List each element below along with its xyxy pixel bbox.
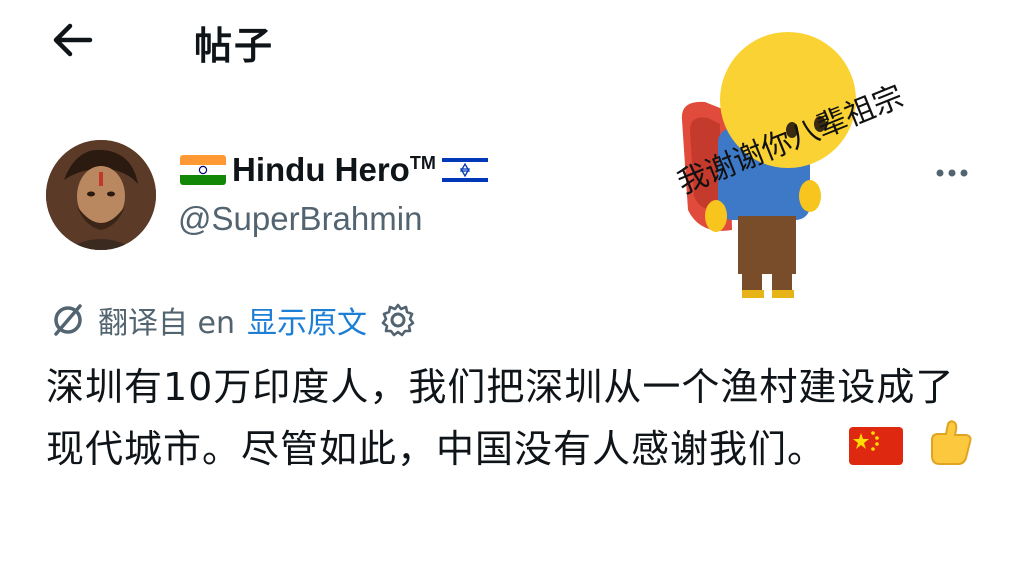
avatar-portrait-icon: [46, 140, 156, 250]
thumbs-up-icon: [926, 419, 974, 484]
israel-flag-icon: [441, 155, 488, 185]
avatar[interactable]: [46, 140, 156, 250]
china-flag-icon: [849, 421, 904, 483]
page-title: 帖子: [194, 24, 275, 68]
translate-icon: [54, 304, 82, 336]
trademark-mark: TM: [409, 153, 436, 173]
show-original-link[interactable]: 显示原文: [247, 298, 367, 342]
translated-from-label: 翻译自 en: [98, 306, 236, 341]
post-body-text: 深圳有10万印度人，我们把深圳从一个渔村建设成了现代城市。尽管如此，中国没有人感…: [46, 365, 955, 471]
india-flag-icon: [180, 155, 226, 185]
post-body: 深圳有10万印度人，我们把深圳从一个渔村建设成了现代城市。尽管如此，中国没有人感…: [46, 356, 976, 484]
gear-icon[interactable]: [379, 301, 417, 339]
author-display-name[interactable]: Hindu HeroTM: [232, 151, 436, 189]
translation-row: 翻译自 en 显示原文: [50, 298, 417, 342]
author-handle[interactable]: @SuperBrahmin: [178, 200, 422, 238]
back-arrow-icon[interactable]: [50, 20, 94, 60]
author-name-row[interactable]: Hindu HeroTM: [180, 150, 488, 190]
